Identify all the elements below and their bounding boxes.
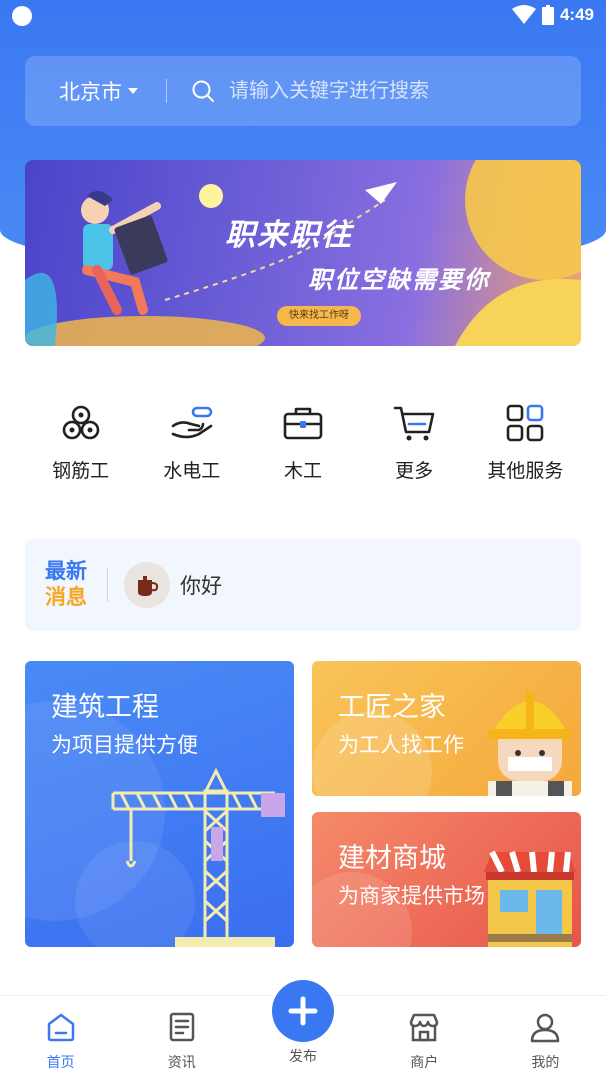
- nav-home[interactable]: 首页: [0, 996, 121, 1080]
- news-ticker[interactable]: 最新 消息 你好: [25, 539, 581, 631]
- card-title: 建筑工程: [51, 692, 159, 722]
- avatar: [124, 562, 170, 608]
- service-plumber[interactable]: 水电工: [137, 400, 247, 500]
- card-craftsman-home[interactable]: 工匠之家 为工人找工作: [312, 661, 581, 796]
- grid-icon: [507, 404, 544, 442]
- teacup-icon: [138, 576, 159, 596]
- news-tag: 最新 消息: [25, 559, 107, 611]
- card-title: 工匠之家: [338, 692, 446, 722]
- status-time: 4:49: [559, 5, 594, 24]
- user-icon: [531, 1013, 560, 1043]
- service-grid: 钢筋工 水电工 木工 更多 其他服务: [25, 400, 581, 500]
- service-other[interactable]: 其他服务: [470, 400, 580, 500]
- banner-subtitle: 职位空缺需要你: [308, 267, 490, 294]
- card-subtitle: 为工人找工作: [338, 734, 464, 757]
- caret-down-icon: [128, 88, 138, 94]
- promo-banner[interactable]: 职来职往 职位空缺需要你 快来找工作呀: [25, 160, 581, 346]
- card-construction[interactable]: 建筑工程 为项目提供方便: [25, 661, 294, 947]
- card-material-mall[interactable]: 建材商城 为商家提供市场: [312, 812, 581, 947]
- service-more[interactable]: 更多: [359, 400, 469, 500]
- service-label: 水电工: [163, 461, 221, 482]
- nav-news[interactable]: 资讯: [121, 996, 242, 1080]
- news-divider: [107, 568, 108, 602]
- rebar-icon: [62, 405, 99, 440]
- card-title: 建材商城: [338, 843, 446, 873]
- news-tag-line1: 最新: [45, 560, 87, 583]
- service-label: 其他服务: [487, 461, 564, 482]
- card-subtitle: 为商家提供市场: [338, 885, 485, 908]
- service-label: 钢筋工: [52, 461, 110, 482]
- hand-pipe-icon: [171, 406, 213, 439]
- store-icon: [409, 1013, 439, 1042]
- banner-title: 职来职往: [225, 219, 353, 252]
- cart-icon: [393, 406, 435, 441]
- nav-label: 商户: [410, 1054, 439, 1070]
- toolbox-icon: [283, 407, 323, 440]
- nav-merchant[interactable]: 商户: [364, 996, 485, 1080]
- city-label: 北京市: [59, 81, 122, 104]
- status-right: 4:49: [511, 5, 594, 25]
- search-input[interactable]: [229, 79, 549, 103]
- banner-pill: 快来找工作呀: [277, 306, 361, 326]
- home-icon: [47, 1013, 74, 1042]
- wifi-icon: [511, 5, 536, 24]
- search-bar: 北京市: [25, 56, 581, 126]
- card-subtitle: 为项目提供方便: [51, 734, 198, 757]
- nav-label: 资讯: [167, 1054, 196, 1070]
- plus-icon: [288, 996, 318, 1026]
- service-label: 更多: [395, 461, 434, 482]
- service-rebar[interactable]: 钢筋工: [26, 400, 136, 500]
- publish-button[interactable]: [272, 980, 334, 1042]
- service-label: 木工: [283, 461, 322, 482]
- status-bar: 4:49: [0, 0, 606, 34]
- battery-icon: [541, 5, 554, 25]
- news-tag-line2: 消息: [45, 586, 87, 609]
- nav-label: 发布: [289, 1048, 317, 1064]
- city-selector[interactable]: 北京市: [25, 76, 166, 106]
- search-icon: [192, 80, 214, 102]
- news-text: 你好: [180, 575, 222, 598]
- service-carpenter[interactable]: 木工: [248, 400, 358, 500]
- nav-mine[interactable]: 我的: [485, 996, 606, 1080]
- nav-label: 首页: [46, 1054, 75, 1070]
- notification-dot-icon: [12, 6, 32, 26]
- search-divider: [166, 79, 167, 103]
- document-icon: [169, 1012, 195, 1042]
- nav-label: 我的: [531, 1054, 560, 1070]
